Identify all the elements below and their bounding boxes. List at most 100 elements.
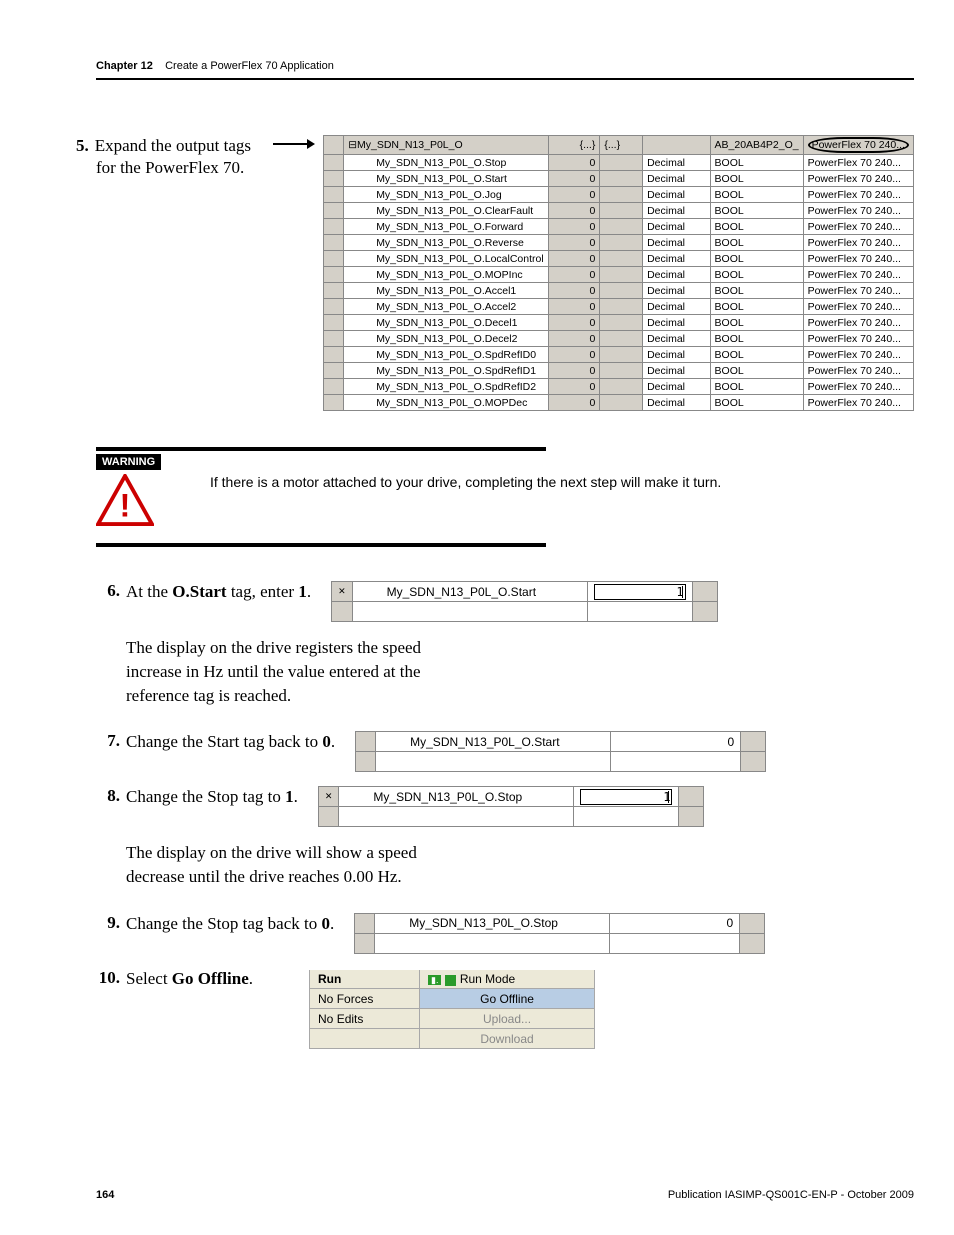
tag-name[interactable]: My_SDN_N13_P0L_O.MOPDec <box>344 395 549 411</box>
tag-style: Decimal <box>643 187 710 203</box>
tag-type: BOOL <box>710 363 803 379</box>
tag-name[interactable]: My_SDN_N13_P0L_O.ClearFault <box>344 203 549 219</box>
tag-name[interactable]: My_SDN_N13_P0L_O.Jog <box>344 187 549 203</box>
tag-value[interactable]: 0 <box>548 299 600 315</box>
step-6-text: At the O.Start tag, enter 1. <box>126 581 311 604</box>
tag-value[interactable]: 0 <box>548 219 600 235</box>
tag-style: Decimal <box>643 155 710 171</box>
tag-desc: PowerFlex 70 240... <box>803 395 913 411</box>
callout-arrow <box>273 143 312 145</box>
menu-go-offline[interactable]: Go Offline <box>420 989 595 1009</box>
tag-value[interactable]: 0 <box>548 347 600 363</box>
tag-style: Decimal <box>643 395 710 411</box>
tag-desc: PowerFlex 70 240... <box>803 187 913 203</box>
tag-desc: PowerFlex 70 240... <box>803 379 913 395</box>
tag-name[interactable]: My_SDN_N13_P0L_O.Accel1 <box>344 283 549 299</box>
tag-value[interactable]: 0 <box>548 171 600 187</box>
tag-desc: PowerFlex 70 240... <box>803 171 913 187</box>
tag-value[interactable]: 0 <box>548 155 600 171</box>
tag-type: BOOL <box>710 187 803 203</box>
tag-name[interactable]: My_SDN_N13_P0L_O.Stop <box>375 913 610 933</box>
tag-style: Decimal <box>643 203 710 219</box>
step-number: 9. <box>96 913 120 933</box>
menu-no-forces: No Forces <box>310 989 420 1009</box>
tag-name[interactable]: My_SDN_N13_P0L_O.Decel1 <box>344 315 549 331</box>
warning-rule <box>96 447 546 451</box>
tag-name[interactable]: My_SDN_N13_P0L_O.Start <box>344 171 549 187</box>
tag-value[interactable]: 0 <box>548 379 600 395</box>
tag-desc: PowerFlex 70 240... <box>803 203 913 219</box>
tag-value[interactable]: 0 <box>548 187 600 203</box>
tag-style: Decimal <box>643 363 710 379</box>
step-5-text: 5.Expand the output tags for the PowerFl… <box>96 135 263 179</box>
tag-type: BOOL <box>710 331 803 347</box>
tag-style: Decimal <box>643 283 710 299</box>
tag-name[interactable]: My_SDN_N13_P0L_O.Stop <box>344 155 549 171</box>
tag-name[interactable]: My_SDN_N13_P0L_O.SpdRefID1 <box>344 363 549 379</box>
tag-type: BOOL <box>710 171 803 187</box>
tag-desc: PowerFlex 70 240... <box>803 251 913 267</box>
tag-value[interactable]: 0 <box>548 315 600 331</box>
menu-download[interactable]: Download <box>420 1029 595 1049</box>
tag-desc: PowerFlex 70 240... <box>803 347 913 363</box>
tag-name[interactable]: My_SDN_N13_P0L_O.MOPInc <box>344 267 549 283</box>
menu-no-edits: No Edits <box>310 1009 420 1029</box>
tag-name[interactable]: My_SDN_N13_P0L_O.Stop <box>339 787 574 807</box>
warning-triangle-icon: ! <box>96 474 186 529</box>
tag-style: Decimal <box>643 267 710 283</box>
step-number: 10. <box>96 968 120 988</box>
tag-value[interactable]: 0 <box>610 913 740 933</box>
tag-desc: PowerFlex 70 240... <box>803 363 913 379</box>
tag-name[interactable]: My_SDN_N13_P0L_O.Decel2 <box>344 331 549 347</box>
tag-name[interactable]: My_SDN_N13_P0L_O.Start <box>352 582 587 602</box>
tag-value[interactable]: 0 <box>548 267 600 283</box>
menu-run-mode: ▮. Run Mode <box>420 969 595 989</box>
step-9-tag-strip[interactable]: My_SDN_N13_P0L_O.Stop0 <box>354 913 765 954</box>
step-6-tag-strip[interactable]: ✕My_SDN_N13_P0L_O.Start1 <box>331 581 718 622</box>
controller-status-menu[interactable]: Run ▮. Run Mode No Forces Go Offline No … <box>309 968 595 1050</box>
tag-name[interactable]: My_SDN_N13_P0L_O.Start <box>376 732 611 752</box>
step-8-text: Change the Stop tag to 1. <box>126 786 298 809</box>
output-tags-table[interactable]: ⊟My_SDN_N13_P0L_O {...} {...} AB_20AB4P2… <box>323 135 914 411</box>
step-7-tag-strip[interactable]: My_SDN_N13_P0L_O.Start0 <box>355 731 766 772</box>
menu-run-label: Run <box>310 969 420 989</box>
tag-type: BOOL <box>710 203 803 219</box>
tag-value[interactable]: 0 <box>548 395 600 411</box>
tag-value[interactable]: 0 <box>548 235 600 251</box>
step-number: 7. <box>96 731 120 751</box>
tag-name[interactable]: My_SDN_N13_P0L_O.SpdRefID0 <box>344 347 549 363</box>
tag-value[interactable]: 0 <box>548 283 600 299</box>
tag-root-name[interactable]: ⊟My_SDN_N13_P0L_O <box>344 136 549 155</box>
tag-name[interactable]: My_SDN_N13_P0L_O.Accel2 <box>344 299 549 315</box>
tag-value[interactable]: 0 <box>548 331 600 347</box>
tag-value[interactable]: 0 <box>611 732 741 752</box>
tag-value[interactable]: 0 <box>548 251 600 267</box>
step-10-text: Select Go Offline. <box>126 968 253 991</box>
step-9-text: Change the Stop tag back to 0. <box>126 913 334 936</box>
tag-desc: PowerFlex 70 240... <box>803 315 913 331</box>
tag-name[interactable]: My_SDN_N13_P0L_O.Reverse <box>344 235 549 251</box>
tag-type: BOOL <box>710 347 803 363</box>
tag-value[interactable]: 0 <box>548 363 600 379</box>
tag-desc: PowerFlex 70 240... <box>803 219 913 235</box>
step-number: 6. <box>96 581 120 601</box>
tag-desc: PowerFlex 70 240... <box>803 283 913 299</box>
tag-name[interactable]: My_SDN_N13_P0L_O.SpdRefID2 <box>344 379 549 395</box>
tag-type: BOOL <box>710 379 803 395</box>
tag-desc: PowerFlex 70 240... <box>803 299 913 315</box>
tag-style: Decimal <box>643 347 710 363</box>
tag-name[interactable]: My_SDN_N13_P0L_O.LocalControl <box>344 251 549 267</box>
menu-upload[interactable]: Upload... <box>420 1009 595 1029</box>
tag-name[interactable]: My_SDN_N13_P0L_O.Forward <box>344 219 549 235</box>
tag-desc: PowerFlex 70 240... <box>803 331 913 347</box>
tag-style: Decimal <box>643 171 710 187</box>
tag-style: Decimal <box>643 331 710 347</box>
warning-text: If there is a motor attached to your dri… <box>210 453 721 529</box>
step-8-tag-strip[interactable]: ✕My_SDN_N13_P0L_O.Stop1 <box>318 786 705 827</box>
tag-value[interactable]: 0 <box>548 203 600 219</box>
tag-type: BOOL <box>710 315 803 331</box>
tag-type: BOOL <box>710 155 803 171</box>
tag-type: BOOL <box>710 299 803 315</box>
tag-style: Decimal <box>643 315 710 331</box>
tag-style: Decimal <box>643 299 710 315</box>
